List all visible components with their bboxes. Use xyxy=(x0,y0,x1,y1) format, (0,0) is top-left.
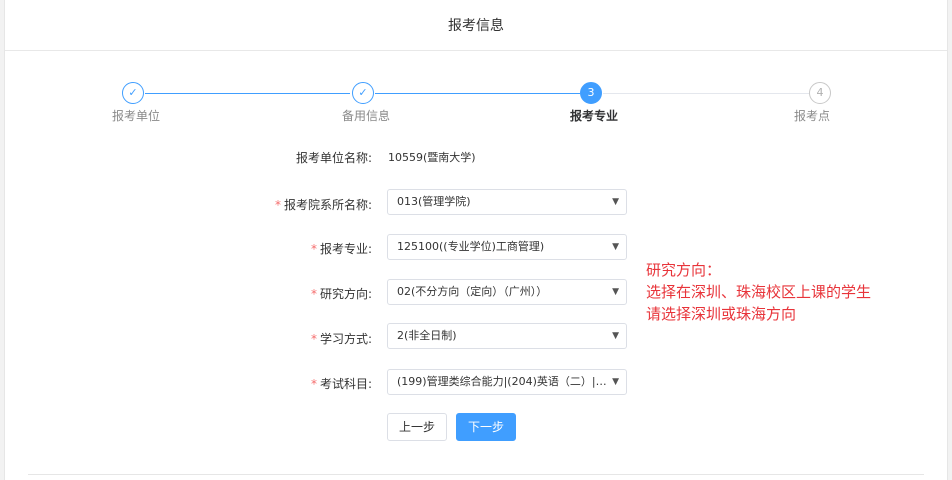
chevron-down-icon: ▼ xyxy=(612,242,619,252)
required-mark: * xyxy=(310,242,317,256)
direction-label: * 研究方向: xyxy=(310,287,372,301)
chevron-down-icon: ▼ xyxy=(612,287,619,297)
step-connector xyxy=(375,93,580,94)
step-connector xyxy=(603,93,809,94)
chevron-down-icon: ▼ xyxy=(612,197,619,207)
required-mark: * xyxy=(310,332,317,346)
major-label: * 报考专业: xyxy=(310,242,372,256)
annotation-line-3: 请选择深圳或珠海方向 xyxy=(646,305,797,323)
required-mark: * xyxy=(310,377,317,391)
department-label: * 报考院系所名称: xyxy=(274,198,372,212)
unit-label: 报考单位名称: xyxy=(295,151,372,165)
subjects-label: * 考试科目: xyxy=(310,377,372,391)
annotation-line-1: 研究方向： xyxy=(646,261,722,279)
next-step-button[interactable]: 下一步 xyxy=(456,413,516,441)
bottom-divider xyxy=(28,474,924,475)
step-1-label: 报考单位 xyxy=(111,109,160,123)
annotation-line-2: 选择在深圳、珠海校区上课的学生 xyxy=(646,283,872,301)
step-1-check-icon: ✓ xyxy=(122,82,144,104)
direction-select[interactable]: 02(不分方向（定向）（广州）） ▼ xyxy=(387,279,627,305)
major-select[interactable]: 125100((专业学位)工商管理) ▼ xyxy=(387,234,627,260)
department-select[interactable]: 013(管理学院) ▼ xyxy=(387,189,627,215)
step-3-label: 报考专业 xyxy=(569,109,618,123)
required-mark: * xyxy=(310,287,317,301)
study-mode-label: * 学习方式: xyxy=(310,332,372,346)
progress-steps: ✓ ✓ 3 4 报考单位 备用信息 报考专业 报考点 xyxy=(0,0,952,130)
step-2-check-icon: ✓ xyxy=(352,82,374,104)
step-4-label: 报考点 xyxy=(793,109,830,123)
step-connector xyxy=(145,93,350,94)
step-3-number: 3 xyxy=(580,82,602,104)
prev-step-button[interactable]: 上一步 xyxy=(387,413,447,441)
required-mark: * xyxy=(274,198,281,212)
chevron-down-icon: ▼ xyxy=(612,377,619,387)
study-mode-select[interactable]: 2(非全日制) ▼ xyxy=(387,323,627,349)
unit-value: 10559(暨南大学) xyxy=(388,151,476,164)
chevron-down-icon: ▼ xyxy=(612,331,619,341)
subjects-select[interactable]: (199)管理类综合能力|(204)英语（二）|(-... ▼ xyxy=(387,369,627,395)
direction-annotation: 研究方向： 选择在深圳、珠海校区上课的学生 请选择深圳或珠海方向 xyxy=(646,259,871,325)
step-4-number: 4 xyxy=(809,82,831,104)
step-2-label: 备用信息 xyxy=(341,109,390,123)
